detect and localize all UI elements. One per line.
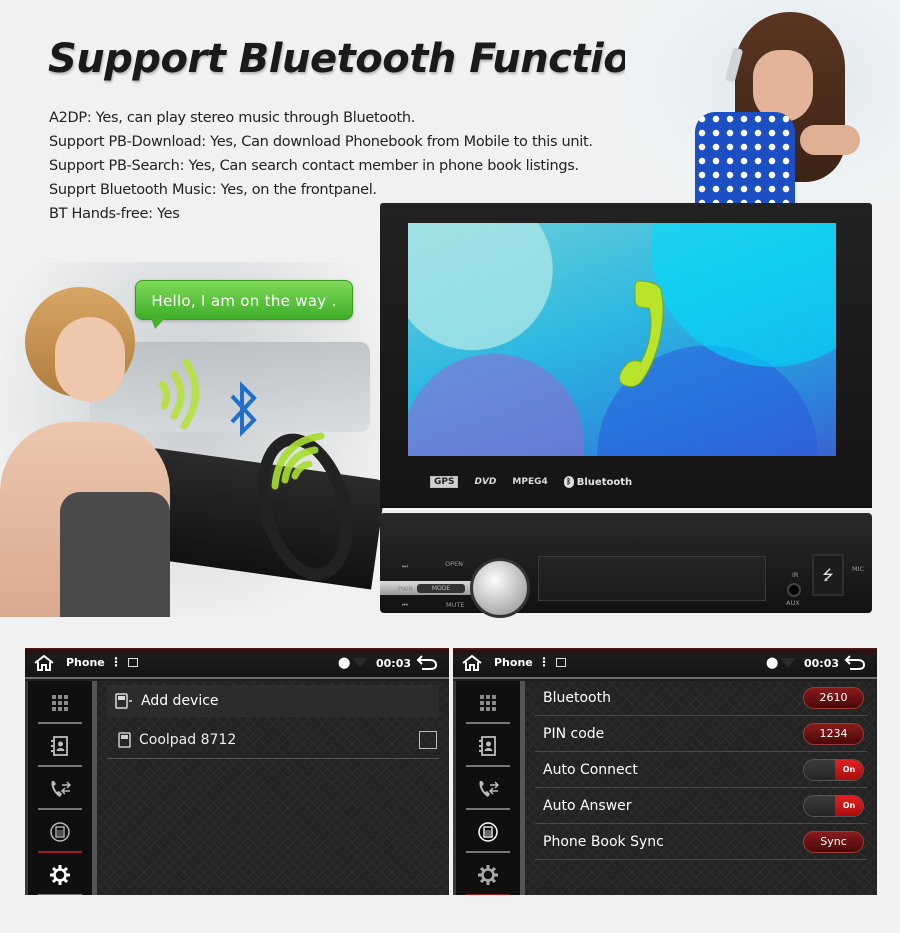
back-icon[interactable]	[844, 653, 866, 671]
sidebar-item-dialpad[interactable]	[456, 681, 520, 724]
car-head-unit: GPS DVD MPEG4 ᛒ Bluetooth OPEN ⏭ PWR MOD…	[380, 203, 872, 618]
phone-sync-icon	[50, 821, 70, 842]
bluetooth-settings-panel: Phone ⋮ ⬤ 00:03 Bluetooth 2610 PIN code …	[453, 648, 877, 895]
page-title: Support Bluetooth Function	[48, 36, 659, 82]
bluetooth-icon	[230, 381, 257, 437]
setting-row-auto-connect: Auto Connect On	[535, 753, 867, 788]
dialpad-icon	[52, 694, 68, 711]
setting-label: Bluetooth	[543, 690, 611, 706]
signal-wave-icon	[271, 432, 325, 490]
back-icon[interactable]	[416, 653, 438, 671]
app-name: Phone	[66, 656, 105, 669]
aux-label: AUX	[786, 599, 800, 607]
phone-sync-icon	[478, 821, 498, 842]
setting-row-bluetooth: Bluetooth 2610	[535, 681, 867, 716]
app-name: Phone	[494, 656, 533, 669]
setting-label: PIN code	[543, 726, 605, 742]
image-icon	[128, 658, 138, 667]
home-icon[interactable]	[33, 654, 55, 672]
clock: 00:03	[804, 657, 840, 670]
location-icon: ⬤	[766, 656, 779, 669]
volume-knob[interactable]	[470, 558, 530, 618]
setting-label: Auto Connect	[543, 762, 638, 778]
setting-label: Auto Answer	[543, 798, 632, 814]
sidebar-item-call-log[interactable]	[28, 767, 92, 810]
device-name: Coolpad 8712	[139, 731, 237, 748]
pwr-label: PWR	[398, 585, 413, 593]
device-icon	[118, 731, 131, 748]
sidebar-item-phone-sync[interactable]	[28, 810, 92, 853]
mode-button[interactable]: MODE	[417, 584, 465, 593]
signal-wave-icon	[158, 358, 199, 430]
status-bar: Phone ⋮ ⬤ 00:03	[25, 648, 449, 679]
feature-item: Support PB-Search: Yes, Can search conta…	[49, 158, 579, 174]
call-log-icon	[51, 780, 71, 797]
sidebar-item-contacts[interactable]	[28, 724, 92, 767]
bluetooth-icon: ᛒ	[563, 476, 574, 488]
setting-row-phone-book-sync: Phone Book Sync Sync	[535, 825, 867, 860]
pin-code-button[interactable]: 1234	[803, 723, 864, 745]
image-icon	[556, 658, 566, 667]
status-bar: Phone ⋮ ⬤ 00:03	[453, 648, 877, 679]
phone-handset-icon	[618, 280, 664, 388]
sidebar-item-settings[interactable]	[456, 853, 520, 895]
head-unit-screen	[408, 223, 836, 456]
ir-label: IR	[792, 571, 799, 579]
auto-answer-toggle[interactable]: On	[803, 795, 864, 817]
settings-gear-icon	[478, 864, 498, 885]
add-device-label: Add device	[141, 693, 219, 709]
sync-button[interactable]: Sync	[803, 831, 864, 853]
call-log-icon	[479, 780, 499, 797]
mpeg4-logo: MPEG4	[512, 477, 548, 487]
woman-on-phone-photo	[625, 0, 900, 205]
feature-item: A2DP: Yes, can play stereo music through…	[49, 110, 416, 126]
usb-port-icon: ⭍	[812, 554, 844, 596]
sidebar-item-dialpad[interactable]	[28, 681, 92, 724]
paired-device-row[interactable]: Coolpad 8712	[107, 721, 439, 759]
auto-connect-toggle[interactable]: On	[803, 759, 864, 781]
sidebar-item-phone-sync[interactable]	[456, 810, 520, 853]
settings-gear-icon	[50, 864, 70, 885]
dialpad-icon	[480, 694, 496, 711]
overflow-menu-icon[interactable]: ⋮	[538, 655, 550, 669]
clock: 00:03	[376, 657, 412, 670]
bluetooth-settings-list: Bluetooth 2610 PIN code 1234 Auto Connec…	[525, 681, 877, 895]
feature-item: Support PB-Download: Yes, Can download P…	[49, 134, 593, 150]
setting-row-auto-answer: Auto Answer On	[535, 789, 867, 824]
phone-sidebar	[25, 681, 97, 895]
device-checkbox[interactable]	[419, 731, 437, 749]
sidebar-item-call-log[interactable]	[456, 767, 520, 810]
speech-bubble: Hello, I am on the way .	[135, 280, 353, 329]
overflow-menu-icon[interactable]: ⋮	[110, 655, 122, 669]
prev-track-button[interactable]: ⏮	[402, 601, 408, 610]
location-icon: ⬤	[338, 656, 351, 669]
gps-logo: GPS	[430, 476, 459, 488]
bluetooth-device-panel: Phone ⋮ ⬤ 00:03 Add device Coolpad 8712	[25, 648, 449, 895]
add-device-icon	[115, 693, 132, 709]
feature-item: Supprt Bluetooth Music: Yes, on the fron…	[49, 182, 377, 198]
wifi-icon	[780, 658, 796, 667]
setting-row-pin-code: PIN code 1234	[535, 717, 867, 752]
feature-logos: GPS DVD MPEG4 ᛒ Bluetooth	[430, 476, 632, 488]
home-icon[interactable]	[461, 654, 483, 672]
lcd-display	[538, 556, 766, 601]
bluetooth-name-button[interactable]: 2610	[803, 687, 864, 709]
phone-sidebar	[453, 681, 525, 895]
mic-label: MIC	[852, 565, 865, 573]
device-list: Add device Coolpad 8712	[97, 681, 449, 895]
sidebar-item-settings[interactable]	[28, 853, 92, 895]
open-label: OPEN	[445, 560, 464, 568]
contacts-icon	[51, 735, 68, 756]
wifi-icon	[352, 658, 368, 667]
dvd-logo: DVD	[474, 477, 497, 487]
sidebar-item-contacts[interactable]	[456, 724, 520, 767]
add-device-button[interactable]: Add device	[107, 685, 439, 717]
aux-port	[787, 583, 801, 597]
bluetooth-logo: ᛒ Bluetooth	[563, 476, 632, 488]
next-track-button[interactable]: ⏭	[402, 562, 408, 571]
contacts-icon	[479, 735, 496, 756]
setting-label: Phone Book Sync	[543, 834, 664, 850]
mute-label: MUTE	[446, 601, 465, 609]
